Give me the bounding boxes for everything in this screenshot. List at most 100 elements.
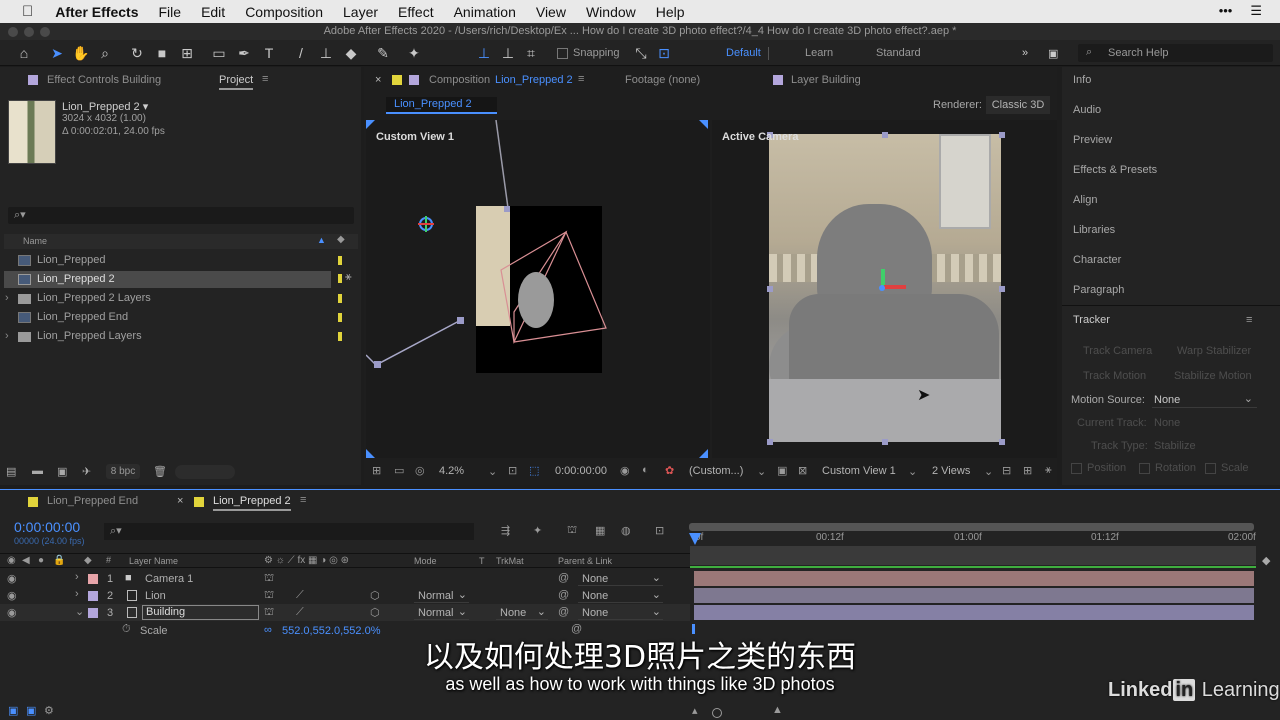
- layer-label-color[interactable]: [88, 574, 98, 584]
- expand-chevron-icon[interactable]: ›: [5, 328, 9, 345]
- new-comp-icon[interactable]: ▣: [57, 465, 67, 478]
- panel-effects-presets[interactable]: Effects & Presets: [1073, 164, 1157, 176]
- quality-switch-icon[interactable]: ⟋: [296, 606, 304, 619]
- navigator-bar[interactable]: [689, 523, 1254, 531]
- rotation-checkbox[interactable]: [1139, 463, 1150, 474]
- panel-menu-icon[interactable]: ≡: [1246, 314, 1252, 326]
- panel-menu-icon[interactable]: ≡: [578, 73, 584, 85]
- search-help-field[interactable]: ⌕ Search Help: [1078, 44, 1273, 62]
- layer-bar-building[interactable]: [694, 605, 1254, 620]
- region-of-interest-icon[interactable]: ⬚: [529, 464, 539, 477]
- pickwhip-icon[interactable]: @: [558, 589, 569, 601]
- draft-3d-icon[interactable]: ✦: [533, 524, 542, 537]
- more-workspaces-icon[interactable]: »: [1022, 47, 1028, 59]
- puppet-tool-icon[interactable]: ✦: [405, 44, 423, 62]
- close-tab-icon[interactable]: ×: [177, 495, 183, 507]
- shy-switch-icon[interactable]: ⛫: [264, 606, 274, 620]
- view-axis-icon[interactable]: ⌗: [522, 44, 540, 62]
- bpc-button[interactable]: 8 bpc: [106, 464, 140, 479]
- x-axis-gizmo[interactable]: [884, 285, 906, 289]
- label-column-icon[interactable]: ◆: [84, 555, 92, 566]
- more-icon[interactable]: •••: [1219, 3, 1233, 19]
- video-switch-icon[interactable]: ◉: [7, 555, 16, 566]
- pen-tool-icon[interactable]: ✒: [235, 44, 253, 62]
- panel-paragraph[interactable]: Paragraph: [1073, 284, 1124, 296]
- expand-chevron-icon[interactable]: ›: [75, 588, 79, 600]
- comp-button-icon[interactable]: ◆: [1262, 554, 1270, 567]
- workspace-default[interactable]: Default: [726, 47, 761, 59]
- visibility-icon[interactable]: ◉: [7, 606, 17, 619]
- label-column-icon[interactable]: ◆: [337, 234, 345, 245]
- rectangle-tool-icon[interactable]: ▭: [210, 44, 228, 62]
- rotate-tool-icon[interactable]: ↻: [128, 44, 146, 62]
- zoom-slider-handle[interactable]: [712, 708, 722, 718]
- layer-row[interactable]: ◉ › 2 Lion ⛫ ⟋ ⬡ Normal ⌄ @ None ⌄: [0, 587, 690, 604]
- tab-composition-label[interactable]: Composition: [429, 74, 490, 86]
- transfer-controls-toggle-icon[interactable]: ▣: [26, 704, 36, 717]
- shy-switch-icon[interactable]: ⛫: [264, 589, 274, 603]
- clone-stamp-tool-icon[interactable]: ⊥: [317, 44, 335, 62]
- warp-stabilizer-button[interactable]: Warp Stabilizer: [1177, 345, 1251, 357]
- shy-switch-icon[interactable]: ⛫: [264, 572, 274, 586]
- tab-effect-controls[interactable]: Effect Controls Building: [47, 74, 161, 86]
- audio-switch-icon[interactable]: ◀: [22, 555, 30, 566]
- frame-blending-icon[interactable]: ▦: [595, 524, 605, 537]
- list-item[interactable]: › Lion_Prepped Layers: [4, 328, 342, 345]
- close-window-icon[interactable]: [8, 27, 18, 37]
- selected-item-name[interactable]: Lion_Prepped 2 ▾: [62, 100, 148, 113]
- timeline-search-input[interactable]: ⌕▾: [104, 523, 474, 540]
- zoom-in-icon[interactable]: ▲: [772, 704, 783, 716]
- comp-mini-flowchart-icon[interactable]: ⇶: [501, 524, 510, 537]
- list-item[interactable]: › Lion_Prepped 2 Layers: [4, 290, 342, 307]
- render-icon[interactable]: ✈: [82, 465, 91, 478]
- pickwhip-icon[interactable]: @: [558, 572, 569, 584]
- parent-dropdown[interactable]: None ⌄: [578, 571, 663, 586]
- z-axis-gizmo[interactable]: [879, 285, 885, 291]
- stabilize-motion-button[interactable]: Stabilize Motion: [1174, 370, 1252, 382]
- timeline-icon[interactable]: ⊞: [1023, 464, 1032, 477]
- panel-character[interactable]: Character: [1073, 254, 1121, 266]
- visibility-icon[interactable]: ◉: [7, 572, 17, 585]
- panel-preview[interactable]: Preview: [1073, 134, 1112, 146]
- visibility-icon[interactable]: ◉: [7, 589, 17, 602]
- motion-source-dropdown[interactable]: None ⌄: [1152, 392, 1257, 408]
- current-time-display[interactable]: 0:00:00:00: [555, 465, 607, 477]
- tab-project[interactable]: Project: [219, 74, 254, 90]
- layer-row-selected[interactable]: ◉ ⌄ 3 Building ⛫ ⟋ ⬡ Normal ⌄ None ⌄ @ N…: [0, 604, 690, 621]
- chevron-down-icon[interactable]: ⌄: [908, 465, 917, 478]
- shy-layers-icon[interactable]: ⛫: [567, 524, 577, 538]
- trash-icon[interactable]: 🗑: [153, 465, 167, 478]
- list-item[interactable]: Lion_Prepped End: [4, 309, 342, 326]
- panel-menu-icon[interactable]: ≡: [262, 73, 268, 85]
- tab-timeline-active[interactable]: Lion_Prepped 2: [213, 495, 291, 511]
- menu-app-name[interactable]: After Effects: [55, 4, 138, 20]
- workspace-standard[interactable]: Standard: [876, 47, 921, 59]
- layer-label-color[interactable]: [88, 608, 98, 618]
- lock-switch-icon[interactable]: 🔒: [53, 555, 65, 566]
- quality-switch-icon[interactable]: ⟋: [296, 589, 304, 602]
- workspace-menu-icon[interactable]: ▣: [1048, 47, 1058, 60]
- column-name-label[interactable]: Name: [23, 236, 47, 246]
- mode-dropdown[interactable]: Normal ⌄: [414, 605, 469, 620]
- chevron-down-icon[interactable]: ⌄: [488, 465, 497, 478]
- menu-view[interactable]: View: [536, 4, 566, 20]
- tab-footage[interactable]: Footage (none): [625, 74, 700, 86]
- flowchart-icon[interactable]: ⚹: [1045, 464, 1052, 477]
- scale-checkbox[interactable]: [1205, 463, 1216, 474]
- work-area-bar[interactable]: [690, 546, 1256, 565]
- panel-align[interactable]: Align: [1073, 194, 1097, 206]
- track-type-value[interactable]: Stabilize: [1154, 440, 1196, 452]
- menu-effect[interactable]: Effect: [398, 4, 434, 20]
- render-time-toggle-icon[interactable]: ⚙: [44, 704, 54, 717]
- current-track-value[interactable]: None: [1154, 417, 1180, 429]
- chevron-down-icon[interactable]: ⌄: [757, 465, 766, 478]
- list-item-selected[interactable]: Lion_Prepped 2: [4, 271, 331, 288]
- world-axis-icon[interactable]: ⊥: [499, 44, 517, 62]
- local-axis-icon[interactable]: ⊥: [475, 44, 493, 62]
- parent-dropdown[interactable]: None ⌄: [578, 588, 663, 603]
- pan-behind-tool-icon[interactable]: ⊞: [178, 44, 196, 62]
- expand-chevron-icon[interactable]: ›: [75, 571, 79, 583]
- show-snapshot-icon[interactable]: ◐: [642, 464, 649, 476]
- menu-layer[interactable]: Layer: [343, 4, 378, 20]
- type-tool-icon[interactable]: T: [260, 44, 278, 62]
